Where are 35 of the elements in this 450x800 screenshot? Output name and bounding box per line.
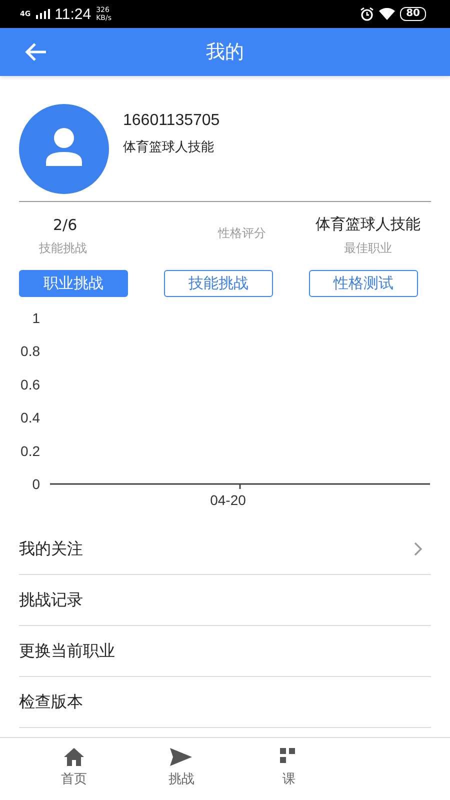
home-icon <box>62 746 85 766</box>
axis-label: 0.4 <box>20 410 40 426</box>
axis-label: 0.2 <box>20 442 40 459</box>
tab-item[interactable]: 首页 <box>20 738 128 796</box>
alarm-icon <box>360 7 374 21</box>
menu-item[interactable]: 我的关注 <box>19 524 431 575</box>
phone-number: 16601135705 <box>123 112 220 130</box>
axis-label: 1 <box>32 310 40 326</box>
menu-item[interactable]: 挑战记录 <box>19 575 431 626</box>
battery-icon: 80 <box>400 7 426 21</box>
action-button[interactable]: 性格测试 <box>309 270 418 297</box>
menu-item[interactable]: 检查版本 <box>19 677 431 728</box>
stat-label: 最佳职业 <box>344 240 392 257</box>
menu-item[interactable]: 更换当前职业 <box>19 626 431 677</box>
stat-label: 性格评分 <box>218 224 266 242</box>
action-button[interactable]: 技能挑战 <box>164 270 273 297</box>
axis-label: 0.8 <box>20 343 40 360</box>
career-name: 体育篮球人技能 <box>123 138 215 156</box>
stat-value: 2/6 <box>53 216 78 234</box>
back-arrow-icon[interactable] <box>24 42 48 62</box>
tab-item[interactable]: 课 <box>235 738 342 796</box>
axis-label: 0 <box>32 476 40 492</box>
action-button[interactable]: 职业挑战 <box>19 270 128 297</box>
signal-icon <box>36 9 50 19</box>
avatar-icon[interactable] <box>19 104 109 194</box>
clock-time: 11:24 <box>54 6 92 22</box>
axis-label: 04-20 <box>210 492 246 508</box>
wifi-icon <box>379 8 396 20</box>
stat-label: 技能挑战 <box>39 240 87 256</box>
stat-value: 体育篮球人技能 <box>316 215 420 234</box>
paper-plane-icon <box>169 746 194 766</box>
chevron-right-icon <box>413 541 423 557</box>
page-title: 我的 <box>206 40 244 65</box>
axis-label: 0.6 <box>20 376 40 392</box>
tab-item[interactable]: 挑战 <box>128 738 235 796</box>
